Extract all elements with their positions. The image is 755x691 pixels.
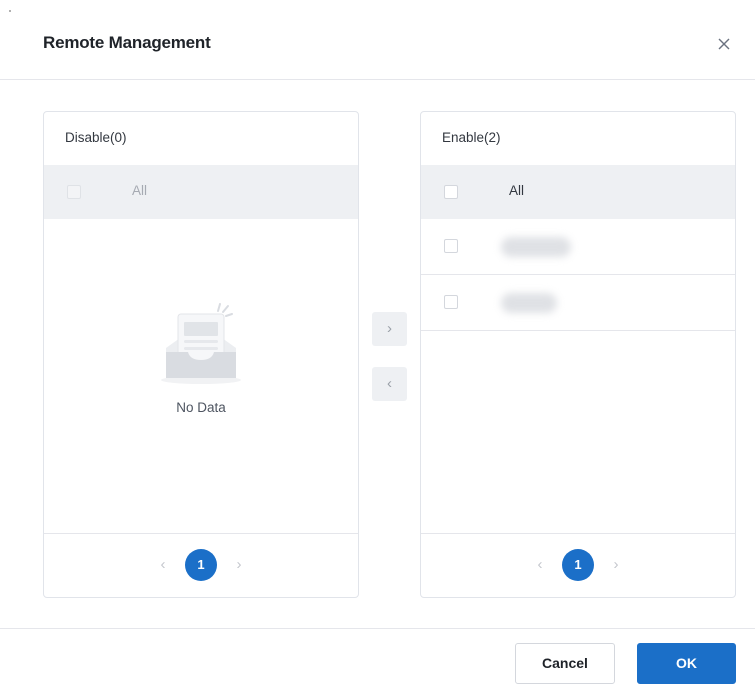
enable-select-all-checkbox[interactable] <box>444 185 458 199</box>
close-icon[interactable] <box>714 34 734 54</box>
dialog-title: Remote Management <box>43 33 211 52</box>
empty-state-text: No Data <box>176 400 226 415</box>
disable-panel-title: Disable(0) <box>65 130 127 145</box>
ok-button[interactable]: OK <box>637 643 736 684</box>
enable-prev-page-button[interactable]: ‹ <box>533 556 547 574</box>
disable-select-all-checkbox[interactable] <box>67 185 81 199</box>
list-item-checkbox[interactable] <box>444 295 458 309</box>
list-item-label-redacted <box>501 237 571 257</box>
enable-pagination: ‹ 1 › <box>421 533 735 597</box>
cancel-button[interactable]: Cancel <box>515 643 615 684</box>
list-item-label-redacted <box>501 293 557 313</box>
disable-select-all-label: All <box>132 183 148 198</box>
footer-divider <box>0 628 755 629</box>
disable-page-1-button[interactable]: 1 <box>185 549 217 581</box>
enable-panel-title: Enable(2) <box>442 130 501 145</box>
enable-next-page-button[interactable]: › <box>609 556 623 574</box>
enable-page-1-button[interactable]: 1 <box>562 549 594 581</box>
move-to-enable-button[interactable]: › <box>372 312 407 346</box>
enable-list-panel: Enable(2) All ‹ 1 › <box>420 111 736 598</box>
disable-pagination: ‹ 1 › <box>44 533 358 597</box>
list-item-checkbox[interactable] <box>444 239 458 253</box>
disable-select-all-row: All <box>44 165 358 219</box>
empty-inbox-icon <box>158 300 244 385</box>
move-to-disable-button[interactable]: ‹ <box>372 367 407 401</box>
disable-list-panel: Disable(0) All No Data ‹ 1 › <box>43 111 359 598</box>
enable-select-all-row: All <box>421 165 735 219</box>
empty-state: No Data <box>44 292 358 422</box>
enable-select-all-label: All <box>509 183 525 198</box>
list-item[interactable] <box>421 275 735 331</box>
disable-next-page-button[interactable]: › <box>232 556 246 574</box>
disable-prev-page-button[interactable]: ‹ <box>156 556 170 574</box>
list-item[interactable] <box>421 219 735 275</box>
dialog-header: Remote Management <box>0 0 755 80</box>
